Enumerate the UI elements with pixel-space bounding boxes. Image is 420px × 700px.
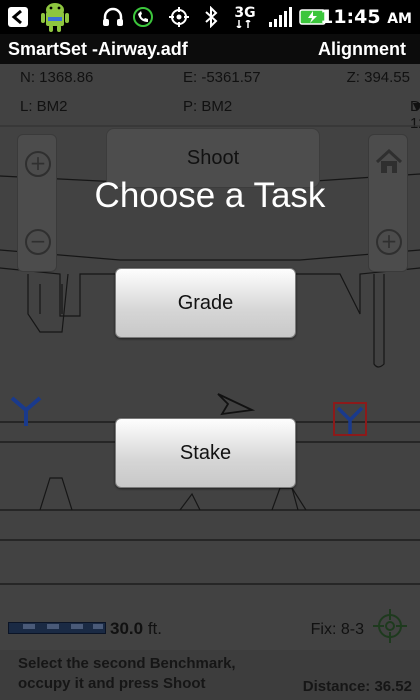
instruction-line-2: occupy it and press Shoot bbox=[18, 675, 206, 692]
clock: 11:45 AM bbox=[320, 4, 412, 30]
network-3g-icon: 3G bbox=[230, 4, 260, 30]
signal-icon bbox=[266, 4, 294, 30]
android-icon bbox=[38, 0, 72, 34]
mode-title[interactable]: Alignment bbox=[318, 39, 406, 60]
instruction-bar: Select the second Benchmark, occupy it a… bbox=[0, 650, 420, 700]
status-bar: 3G 11:45 AM bbox=[0, 0, 420, 34]
network-label: 3G bbox=[234, 5, 256, 21]
app-title: SmartSet -Airway.adf bbox=[8, 39, 188, 59]
home-icon[interactable] bbox=[375, 148, 403, 179]
map-view[interactable]: N: 1368.86 E: -5361.57 Z: 394.55 L: BM2 … bbox=[0, 64, 420, 700]
cursor-arrow-icon bbox=[217, 393, 256, 416]
call-sync-icon bbox=[130, 4, 156, 30]
bluetooth-icon bbox=[200, 4, 222, 30]
distance-readout: Distance: 36.52 bbox=[302, 678, 412, 695]
zoom-in-secondary-icon[interactable]: + bbox=[376, 229, 402, 255]
scale-bar bbox=[8, 622, 106, 634]
fix-status: Fix: 8-3 bbox=[310, 621, 364, 638]
zoom-out-icon[interactable]: − bbox=[25, 229, 51, 255]
gps-icon bbox=[166, 4, 192, 30]
grade-button[interactable]: Grade bbox=[115, 268, 296, 338]
scale-label: 30.0 ft. bbox=[110, 619, 162, 639]
instruction-line-1: Select the second Benchmark, bbox=[18, 655, 236, 672]
clock-time: 11:45 bbox=[320, 6, 381, 28]
headphones-icon bbox=[100, 4, 126, 30]
benchmark-red-icon bbox=[333, 402, 367, 436]
scale-unit: ft. bbox=[143, 619, 162, 638]
stake-button[interactable]: Stake bbox=[115, 418, 296, 488]
zoom-in-icon[interactable]: + bbox=[25, 151, 51, 177]
usb-debug-icon bbox=[6, 4, 30, 30]
dialog-title: Choose a Task bbox=[94, 176, 326, 215]
screen: 3G 11:45 AM SmartSet -Airway.adf Alignme… bbox=[0, 0, 420, 700]
title-bar: SmartSet -Airway.adf Alignment bbox=[0, 34, 420, 64]
clock-ampm: AM bbox=[387, 11, 412, 27]
target-icon bbox=[373, 609, 407, 643]
scale-value: 30.0 bbox=[110, 619, 144, 638]
